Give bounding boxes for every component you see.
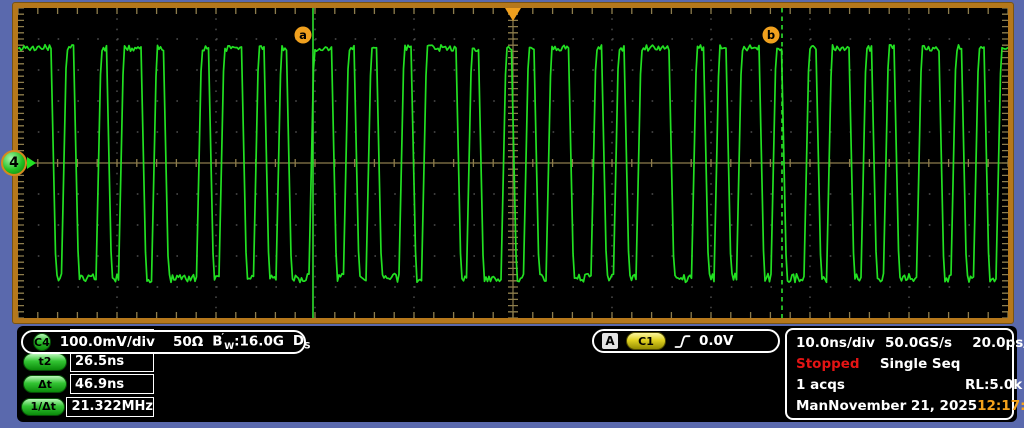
cursor-row-t2: t2 26.5ns — [20, 352, 154, 372]
horizontal-settings-row: 10.0ns/div 50.0GS/s 20.0ps/pt — [796, 335, 1024, 351]
trigger-source-c1-badge[interactable]: C1 — [626, 332, 666, 350]
acq-count-row: 1 acqs RL:5.0k — [796, 377, 1024, 393]
bandwidth-readout: B′W:16.0G — [212, 332, 284, 352]
record-length: RL:5.0k — [965, 377, 1024, 393]
delta-t-badge[interactable]: Δt — [23, 375, 67, 393]
delta-t-value: 46.9ns — [70, 374, 154, 394]
input-impedance: 50Ω — [173, 334, 203, 350]
cursor-row-delta-t: Δt 46.9ns — [20, 374, 154, 394]
run-state-row: Stopped Single Seq — [796, 356, 1024, 372]
acquisition-mode: Single Seq — [880, 356, 961, 372]
inverse-delta-t-value: 21.322MHz — [66, 397, 154, 417]
acquisition-count: 1 acqs — [796, 377, 845, 393]
time-display: 12:17:08 — [977, 398, 1024, 414]
waveform-display: ab — [18, 8, 1008, 318]
datetime-row: Man November 21, 2025 12:17:08 — [796, 398, 1024, 414]
t2-value: 26.5ns — [70, 352, 154, 372]
sample-rate: 50.0GS/s — [885, 335, 952, 351]
trigger-position-marker[interactable] — [505, 8, 521, 21]
trigger-level[interactable]: 0.0V — [699, 333, 733, 349]
vertical-scale[interactable]: 100.0mV/div — [60, 334, 155, 350]
channel-4-marker[interactable]: 4 — [1, 150, 27, 176]
channel-c4-badge[interactable]: C4 — [33, 333, 51, 351]
date-display: November 21, 2025 — [828, 398, 977, 414]
svg-text:a: a — [299, 28, 307, 42]
cursor-row-inverse-delta-t: 1/Δt 21.322MHz — [20, 397, 154, 417]
rising-edge-icon — [674, 333, 691, 350]
acquisition-state: Stopped — [796, 356, 860, 372]
sampling-mode-readout: DS — [293, 333, 311, 352]
cursor-a-handle[interactable]: a — [295, 27, 312, 44]
trigger-readout-panel: A C1 0.0V — [592, 329, 780, 353]
channel-readout-panel: C4 100.0mV/div 50Ω B′W:16.0G DS — [21, 330, 306, 354]
inverse-delta-t-badge[interactable]: 1/Δt — [21, 398, 65, 416]
trigger-bus-a-badge[interactable]: A — [602, 333, 618, 349]
cursor-b-handle[interactable]: b — [763, 27, 780, 44]
svg-text:b: b — [767, 28, 775, 42]
trigger-mode: Man — [796, 398, 828, 414]
status-bar: C4 100.0mV/div 50Ω B′W:16.0G DS t1 -20.4… — [17, 326, 1017, 422]
timebase[interactable]: 10.0ns/div — [796, 335, 875, 351]
resolution: 20.0ps/pt — [972, 335, 1024, 351]
acquisition-panel: 10.0ns/div 50.0GS/s 20.0ps/pt Stopped Si… — [785, 328, 1014, 420]
channel-4-reference-arrow — [27, 157, 36, 169]
t2-badge[interactable]: t2 — [23, 353, 67, 371]
